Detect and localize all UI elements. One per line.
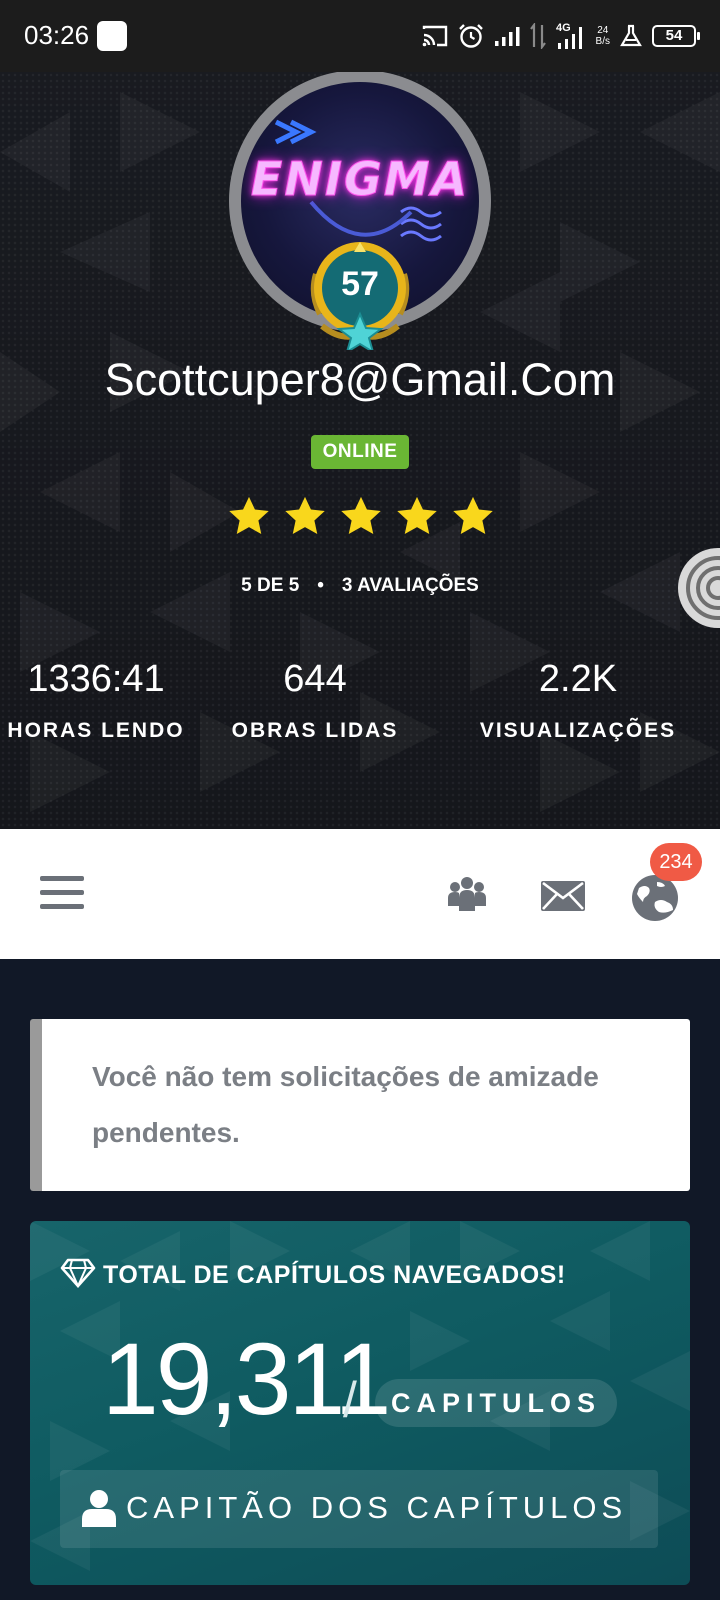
star-icon: [341, 496, 381, 535]
status-time: 03:26: [24, 20, 90, 50]
status-icons: 4G 24 B/s 54: [422, 18, 700, 54]
stat-value: 644: [283, 658, 347, 700]
status-badge: ONLINE: [311, 435, 409, 469]
notification-app-icon: [97, 21, 127, 51]
avatar-text: ENIGMA: [250, 152, 470, 207]
stat-works-read: 644 OBRAS LIDAS: [226, 658, 404, 743]
alarm-icon: [458, 24, 483, 48]
chapters-title: TOTAL DE CAPÍTULOS NAVEGADOS!: [103, 1261, 566, 1289]
battery-icon: 54: [652, 25, 700, 47]
data-arrows-icon: [529, 23, 546, 49]
rating-separator: •: [317, 575, 324, 596]
star-icon: [453, 496, 493, 535]
friends-icon[interactable]: [448, 876, 486, 912]
net-speed-unit: B/s: [595, 36, 610, 47]
menu-icon[interactable]: [40, 876, 84, 910]
signal-4g-icon: 4G: [556, 22, 582, 49]
stat-hours-reading: 1336:41 HORAS LENDO: [0, 658, 192, 743]
chapters-card: TOTAL DE CAPÍTULOS NAVEGADOS! 19,311 / C…: [30, 1221, 690, 1585]
rating-summary: 5 DE 5 • 3 AVALIAÇÕES: [0, 575, 720, 597]
friend-requests-card: Você não tem solicitações de amizade pen…: [30, 1019, 690, 1191]
rating-stars: [226, 494, 496, 540]
status-bar: 03:26 4G 24 B/s 54: [0, 0, 720, 72]
stat-label: HORAS LENDO: [7, 719, 185, 742]
svg-text:4G: 4G: [556, 22, 571, 34]
star-icon: [229, 496, 269, 535]
net-speed: 24 B/s: [596, 25, 610, 47]
reviews-count: 3 AVALIAÇÕES: [341, 575, 479, 596]
profile-header: ENIGMA 57 Scottcuper8@Gmail.Com ONLINE 5…: [0, 72, 720, 829]
stat-views: 2.2K VISUALIZAÇÕES: [470, 658, 686, 743]
signal-icon: [494, 27, 520, 46]
nav-bar: 234: [0, 829, 720, 959]
rank-title-box: CAPITÃO DOS CAPÍTULOS: [60, 1470, 658, 1548]
rank-title: CAPITÃO DOS CAPÍTULOS: [126, 1490, 628, 1525]
cast-icon: [422, 25, 447, 47]
diamond-icon: [60, 1258, 96, 1288]
net-speed-value: 24: [597, 25, 609, 36]
stat-label: OBRAS LIDAS: [231, 719, 399, 742]
globe-icon[interactable]: [631, 874, 679, 922]
chapters-slash: /: [343, 1372, 357, 1428]
star-icon: [285, 496, 325, 535]
flask-icon: [620, 24, 642, 47]
stat-value: 2.2K: [538, 658, 618, 700]
star-icon: [397, 496, 437, 535]
chapters-unit-pill: CAPITULOS: [375, 1379, 617, 1427]
rating-label: 5 DE 5: [241, 575, 300, 596]
friend-requests-message: Você não tem solicitações de amizade pen…: [92, 1061, 599, 1148]
stat-value: 1336:41: [27, 658, 165, 700]
level-number: 57: [341, 265, 379, 303]
user-icon: [82, 1490, 116, 1527]
mail-icon[interactable]: [541, 881, 585, 911]
notification-count-badge[interactable]: 234: [650, 843, 702, 881]
stat-label: VISUALIZAÇÕES: [479, 719, 677, 742]
profile-name: Scottcuper8@Gmail.Com: [104, 354, 616, 405]
